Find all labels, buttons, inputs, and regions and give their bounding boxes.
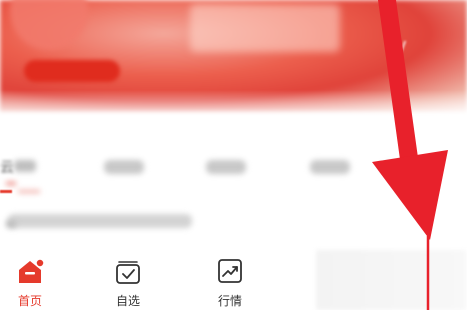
watchlist-icon xyxy=(116,261,140,284)
content-tab-3[interactable] xyxy=(206,160,246,174)
content-tab-4[interactable] xyxy=(310,160,350,174)
content-tab-2[interactable] xyxy=(104,160,144,174)
banner-cta-button[interactable] xyxy=(24,60,120,82)
tab-indicator-blurred xyxy=(6,182,16,185)
news-line-blurred[interactable] xyxy=(8,214,192,228)
nav-item-blurred[interactable] xyxy=(316,250,466,310)
banner-headline-blurred xyxy=(190,4,340,52)
content-tab-5[interactable] xyxy=(382,163,416,173)
nav-item-home[interactable]: 首页 xyxy=(0,248,60,308)
content-tab-active-label[interactable]: 云 xyxy=(0,157,14,177)
banner-partial-letter: V xyxy=(394,38,407,59)
market-trend-icon xyxy=(218,259,242,283)
active-tab-underline xyxy=(0,190,12,193)
nav-item-market[interactable]: 行情 xyxy=(200,248,260,308)
content-tab-1[interactable] xyxy=(14,160,36,172)
banner-fade xyxy=(0,90,467,130)
nav-label-market: 行情 xyxy=(217,294,242,308)
nav-item-watchlist[interactable]: 自选 xyxy=(98,248,158,308)
nav-label-home: 首页 xyxy=(17,294,42,308)
tab-indicator-blurred-2 xyxy=(18,190,40,193)
nav-label-watchlist: 自选 xyxy=(115,294,140,308)
news-line-icon-blurred xyxy=(6,220,16,228)
home-icon xyxy=(19,258,45,283)
